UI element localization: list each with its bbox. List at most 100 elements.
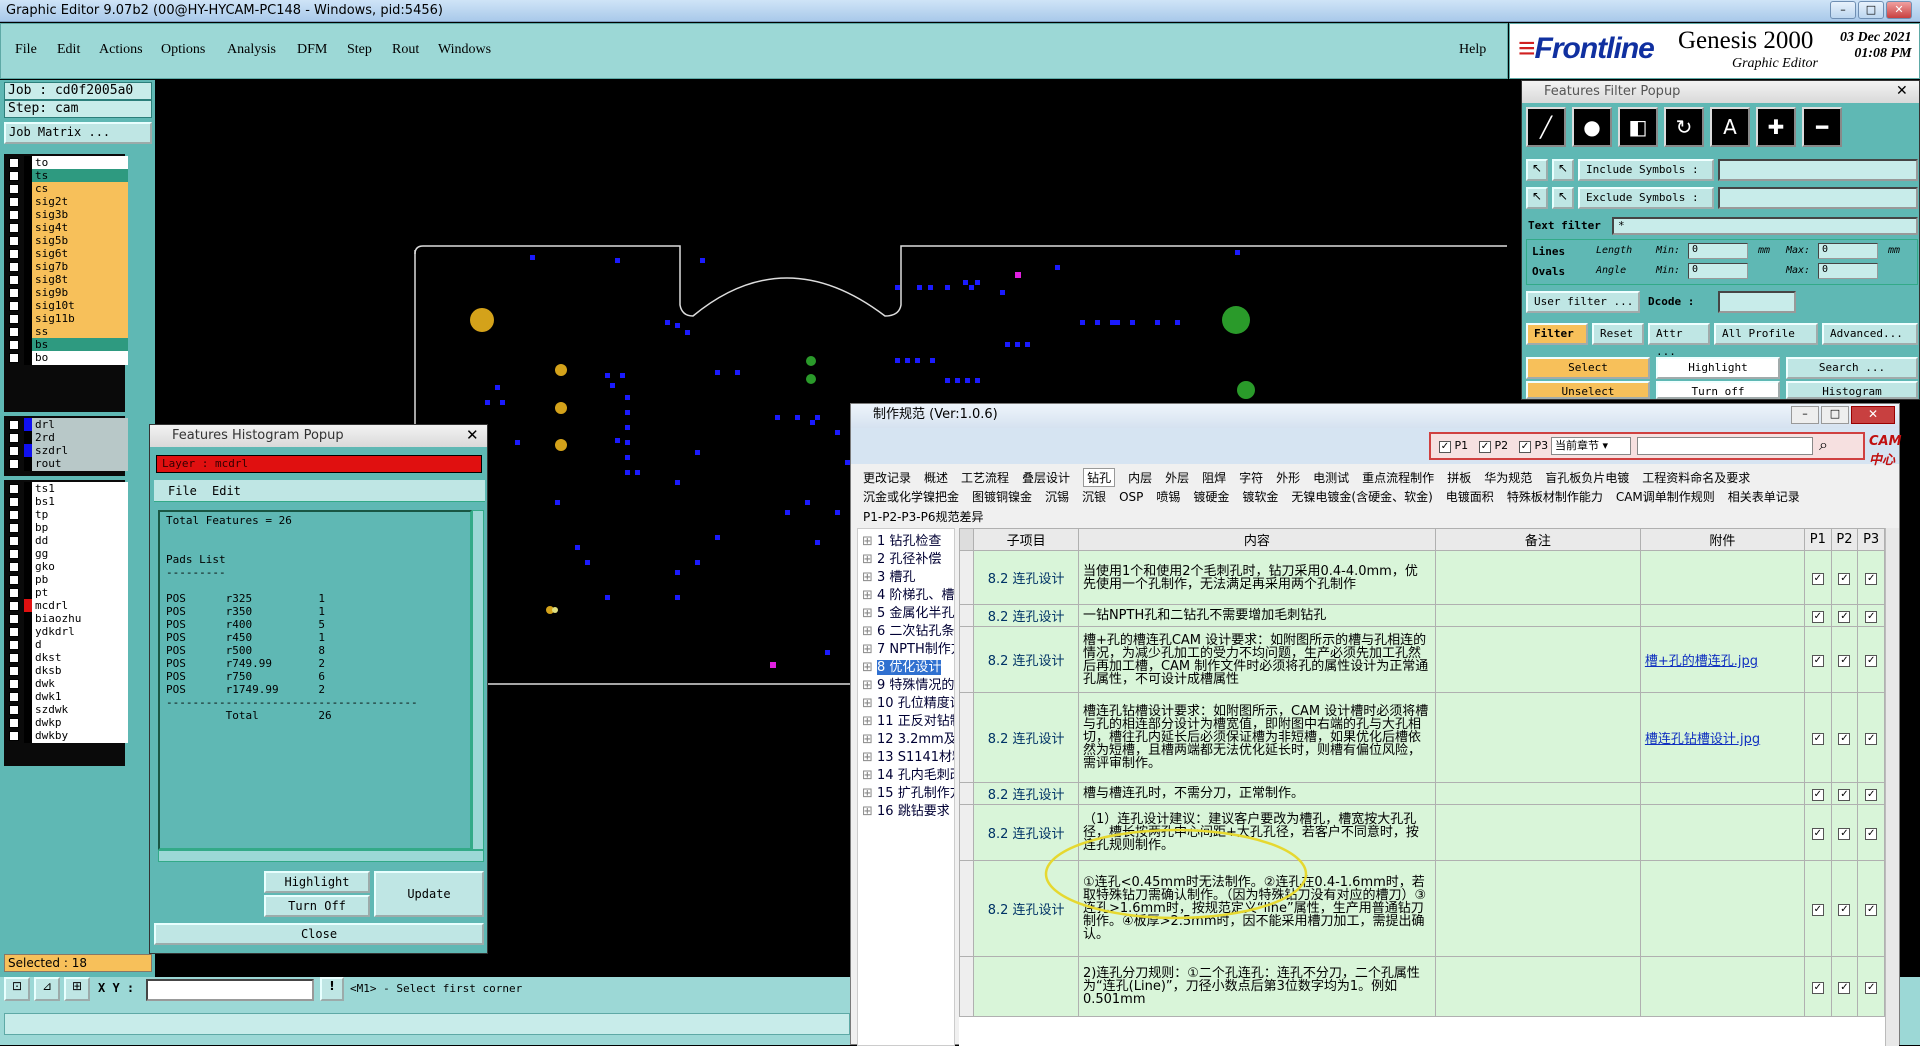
select-button[interactable]: Select — [1526, 357, 1650, 379]
surface-tool-icon[interactable]: ◧ — [1618, 107, 1658, 147]
p-checkbox[interactable]: ✓ — [1803, 626, 1832, 693]
histogram-update-button[interactable]: Update — [374, 871, 484, 917]
layer-row-sig8t[interactable]: sig8t — [6, 273, 128, 287]
layer-row-sig11b[interactable]: sig11b — [6, 312, 128, 326]
include-pick2-icon[interactable]: ↖ — [1552, 159, 1574, 181]
layer-row-bs[interactable]: bs — [6, 338, 128, 352]
layer-visibility-checkbox[interactable] — [9, 549, 19, 559]
layer-row-gg[interactable]: gg — [6, 547, 128, 561]
p-checkbox[interactable]: ✓ — [1830, 692, 1859, 783]
tree-item[interactable]: ⊞ 10 孔位精度设 — [862, 695, 954, 713]
layer-visibility-checkbox[interactable] — [9, 314, 19, 324]
filter-toggle[interactable]: Filter — [1526, 323, 1588, 345]
layer-visibility-checkbox[interactable] — [9, 249, 19, 259]
ovals-checkbox[interactable]: Ovals — [1532, 265, 1565, 278]
table-row[interactable]: 8.2 连孔设计 槽+孔的槽连孔CAM 设计要求：如附图所示的槽与孔相连的情况，为… — [959, 626, 1885, 693]
spec-tab[interactable]: 盲孔板负片电镀 — [1545, 469, 1629, 486]
layer-row-dksb[interactable]: dksb — [6, 664, 128, 678]
layer-row-dwkby[interactable]: dwkby — [6, 729, 128, 743]
spec-search-input[interactable] — [1637, 437, 1813, 455]
layer-row-ydkdrl[interactable]: ydkdrl — [6, 625, 128, 639]
cell-att[interactable] — [1639, 860, 1805, 957]
layer-visibility-checkbox[interactable] — [9, 484, 19, 494]
layer-visibility-checkbox[interactable] — [9, 666, 19, 676]
layer-visibility-checkbox[interactable] — [9, 197, 19, 207]
table-row[interactable]: 8.2 连孔设计 当使用1个和使用2个毛刺孔时，钻刀采用0.4-4.0mm，优先使… — [959, 550, 1885, 605]
dcode-input[interactable] — [1718, 291, 1796, 313]
measure-icon[interactable]: ⊿ — [34, 977, 60, 1001]
spec-tab[interactable]: 外层 — [1165, 469, 1189, 486]
layer-visibility-checkbox[interactable] — [9, 327, 19, 337]
layer-row-bp[interactable]: bp — [6, 521, 128, 535]
spec-tab[interactable]: 图镀铜镍金 — [972, 488, 1032, 505]
layer-row-d[interactable]: d — [6, 638, 128, 652]
layer-row-gko[interactable]: gko — [6, 560, 128, 574]
length-min-input[interactable]: 0 — [1688, 243, 1748, 259]
p-checkbox[interactable]: ✓ — [1857, 626, 1885, 693]
length-checkbox[interactable]: Length — [1596, 245, 1632, 256]
turn-off-button[interactable]: Turn off — [1656, 381, 1780, 399]
layer-row-sig7b[interactable]: sig7b — [6, 260, 128, 274]
spec-tab[interactable]: P1-P2-P3-P6规范差异 — [863, 508, 983, 525]
layer-visibility-checkbox[interactable] — [9, 705, 19, 715]
spec-tab[interactable]: 无镍电镀金(含硬金、软金) — [1291, 488, 1432, 505]
exclude-pick-icon[interactable]: ↖ — [1526, 187, 1548, 209]
p-checkbox[interactable]: ✓ — [1803, 860, 1832, 957]
p-checkbox[interactable]: ✓ — [1830, 626, 1859, 693]
layer-visibility-checkbox[interactable] — [9, 262, 19, 272]
angle-checkbox[interactable]: Angle — [1596, 265, 1626, 276]
layer-row-sig6t[interactable]: sig6t — [6, 247, 128, 261]
spec-vscroll[interactable] — [1885, 528, 1899, 1046]
layer-row-tp[interactable]: tp — [6, 508, 128, 522]
user-filter-button[interactable]: User filter ... — [1526, 291, 1640, 313]
p-checkbox[interactable]: ✓ — [1830, 782, 1859, 805]
menu-analysis[interactable]: Analysis — [227, 42, 276, 58]
spec-tab[interactable]: 拼板 — [1447, 469, 1471, 486]
exclude-symbols-button[interactable]: Exclude Symbols : — [1578, 187, 1714, 209]
layer-row-drl[interactable]: drl — [6, 418, 128, 432]
include-symbols-button[interactable]: Include Symbols : — [1578, 159, 1714, 181]
layer-row-cs[interactable]: cs — [6, 182, 128, 196]
layer-visibility-checkbox[interactable] — [9, 627, 19, 637]
layer-row-to[interactable]: to — [6, 156, 128, 170]
tree-item[interactable]: ⊞ 7 NPTH制作方 — [862, 641, 954, 659]
spec-tab[interactable]: 阻焊 — [1202, 469, 1226, 486]
histogram-menu-edit[interactable]: Edit — [212, 484, 241, 498]
p-checkbox[interactable]: ✓ — [1830, 804, 1859, 861]
p-checkbox[interactable]: ✓ — [1830, 956, 1859, 1017]
tree-item[interactable]: ⊞ 15 扩孔制作方 — [862, 785, 954, 803]
histogram-button[interactable]: Histogram — [1786, 381, 1918, 399]
info-icon[interactable]: ! — [320, 977, 344, 1001]
layer-visibility-checkbox[interactable] — [9, 588, 19, 598]
layer-row-ts1[interactable]: ts1 — [6, 482, 128, 496]
tree-item[interactable]: ⊞ 2 孔径补偿 — [862, 551, 954, 569]
histogram-highlight-button[interactable]: Highlight — [264, 871, 370, 893]
negative-icon[interactable]: ━ — [1802, 107, 1842, 147]
layer-visibility-checkbox[interactable] — [9, 210, 19, 220]
menu-file[interactable]: File — [15, 42, 37, 58]
include-symbols-input[interactable] — [1718, 159, 1918, 181]
layer-visibility-checkbox[interactable] — [9, 731, 19, 741]
spec-close-button[interactable]: ✕ — [1851, 406, 1895, 424]
p2-filter-checkbox[interactable]: ✓ P2 — [1479, 439, 1508, 453]
layer-row-mcdrl[interactable]: mcdrl — [6, 599, 128, 613]
p-checkbox[interactable]: ✓ — [1803, 692, 1832, 783]
spec-tab[interactable]: 相关表单记录 — [1728, 488, 1800, 505]
exclude-pick2-icon[interactable]: ↖ — [1552, 187, 1574, 209]
spec-tab[interactable]: 重点流程制作 — [1362, 469, 1434, 486]
layer-visibility-checkbox[interactable] — [9, 614, 19, 624]
snap-icon[interactable]: ⊡ — [4, 977, 30, 1001]
layer-row-bs1[interactable]: bs1 — [6, 495, 128, 509]
layer-row-dd[interactable]: dd — [6, 534, 128, 548]
layer-visibility-checkbox[interactable] — [9, 692, 19, 702]
tree-item[interactable]: ⊞ 8 优化设计 — [862, 659, 954, 677]
tree-item[interactable]: ⊞ 14 孔内毛刺改 — [862, 767, 954, 785]
layer-row-szdrl[interactable]: szdrl — [6, 444, 128, 458]
layer-row-ss[interactable]: ss — [6, 325, 128, 339]
layer-row-biaozhu[interactable]: biaozhu — [6, 612, 128, 626]
layer-visibility-checkbox[interactable] — [9, 420, 19, 430]
maximize-button[interactable]: □ — [1858, 1, 1884, 19]
p-checkbox[interactable]: ✓ — [1803, 604, 1832, 627]
histogram-close-icon[interactable]: ✕ — [466, 426, 479, 444]
search-icon[interactable]: ⌕ — [1819, 435, 1828, 455]
